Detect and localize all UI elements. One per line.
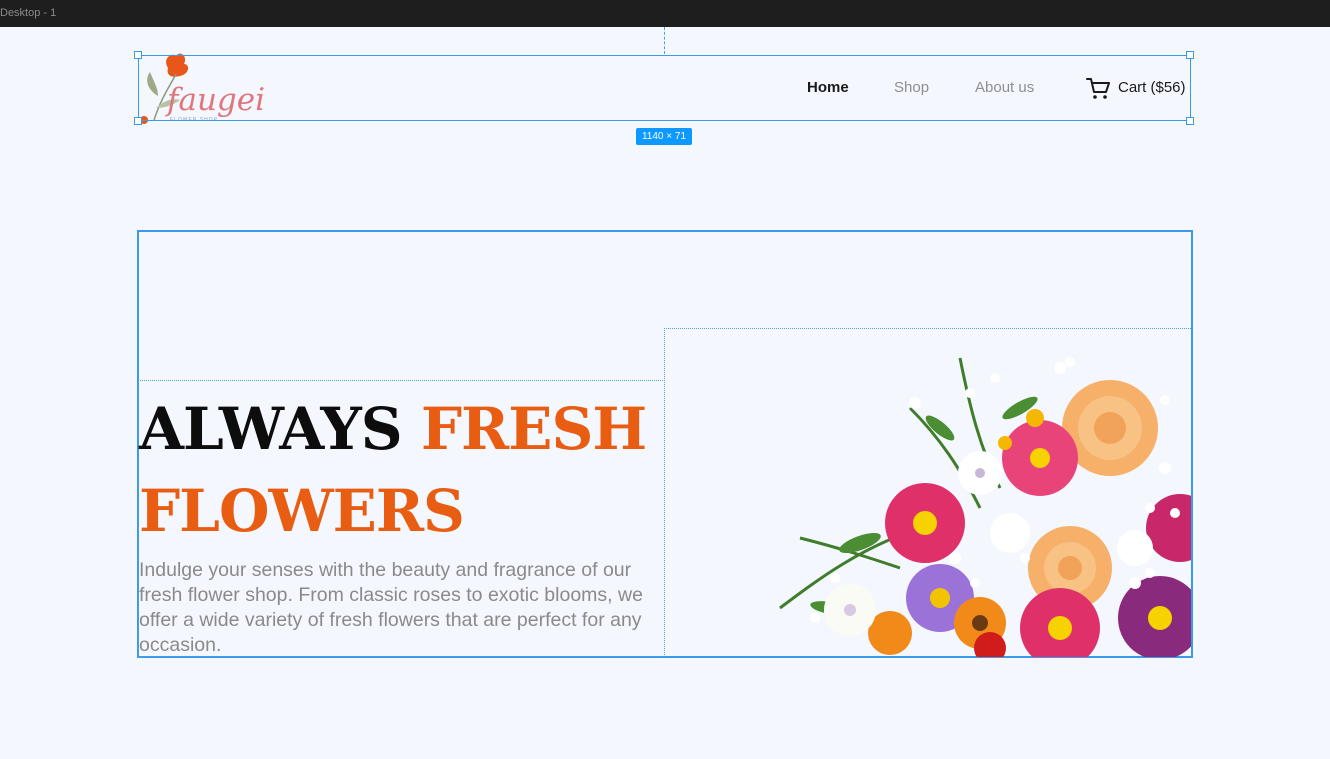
frame-label[interactable]: Desktop - 1 (0, 7, 56, 19)
selection-size-badge: 1140 × 71 (636, 128, 692, 145)
hero-title[interactable]: ALWAYS FRESH FLOWERS (139, 388, 679, 552)
resize-handle-top-left[interactable] (134, 51, 142, 59)
nav-selection-box (138, 55, 1191, 121)
center-guide (664, 27, 665, 54)
resize-handle-top-right[interactable] (1186, 51, 1194, 59)
hero-description[interactable]: Indulge your senses with the beauty and … (139, 558, 665, 658)
resize-handle-bottom-right[interactable] (1186, 117, 1194, 125)
hero-title-flowers: FLOWERS (139, 477, 465, 545)
hero-title-fresh: FRESH (420, 395, 647, 463)
editor-topbar: Desktop - 1 (0, 0, 1330, 27)
resize-handle-bottom-left[interactable] (134, 117, 142, 125)
flower-bouquet-image[interactable] (740, 348, 1191, 657)
hero-title-always: ALWAYS (139, 395, 421, 463)
